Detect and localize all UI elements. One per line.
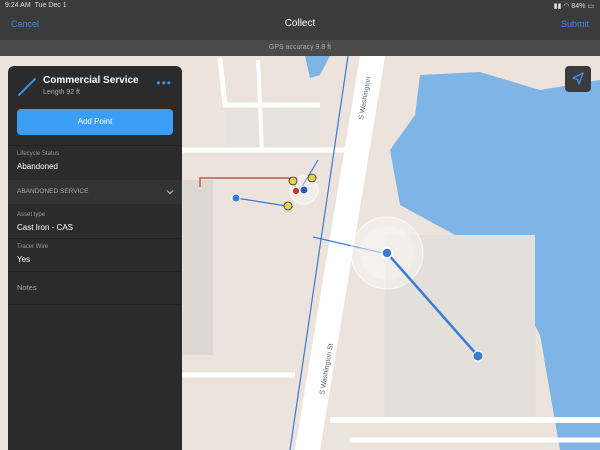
abandoned-marker[interactable] (292, 187, 300, 195)
notes-field[interactable]: Notes (17, 283, 37, 292)
wifi-icon: ◠ (563, 3, 570, 10)
fitting-marker[interactable] (288, 176, 298, 186)
fitting-marker[interactable] (307, 173, 317, 183)
submit-button[interactable]: Submit (561, 19, 589, 29)
feature-length: Length 92 ft (43, 89, 80, 96)
asset-type-label: Asset type (17, 212, 46, 218)
section-header: ABANDONED SERVICE (17, 188, 89, 195)
chevron-down-icon (166, 190, 174, 195)
feature-panel: Commercial Service Length 92 ft ••• Add … (8, 66, 182, 450)
battery-percent: 84% (571, 3, 586, 10)
feature-title: Commercial Service (43, 75, 139, 86)
status-time: 9:24 AM Tue Dec 1 (5, 2, 67, 9)
more-options-icon[interactable]: ••• (156, 76, 172, 90)
lifecycle-status-label: Lifecycle Status (17, 151, 60, 157)
vertex-start[interactable] (381, 247, 393, 259)
add-point-button[interactable]: Add Point (17, 109, 173, 135)
divider (8, 238, 182, 239)
building-block (183, 180, 213, 355)
location-arrow-icon (572, 72, 584, 85)
tracer-wire-value[interactable]: Yes (17, 255, 30, 264)
nav-bar: Cancel Collect Submit (0, 12, 600, 40)
battery-icon: ▭ (587, 3, 594, 10)
divider (8, 145, 182, 146)
fitting-marker[interactable] (283, 201, 293, 211)
building-block (225, 110, 320, 150)
asset-type-value[interactable]: Cast Iron - CAS (17, 223, 73, 232)
abandoned-service-section[interactable]: ABANDONED SERVICE (8, 180, 182, 204)
location-dot (299, 185, 309, 195)
divider (8, 304, 182, 305)
divider (8, 271, 182, 272)
line-feature-icon (18, 78, 36, 96)
status-icons: ▮▮ ◠ 84% ▭ (554, 2, 594, 10)
signal-icon: ▮▮ (553, 3, 562, 10)
nav-title: Collect (284, 18, 316, 29)
vertex-endpoint[interactable] (472, 350, 484, 362)
status-bar: 9:24 AM Tue Dec 1 ▮▮ ◠ 84% ▭ (0, 0, 600, 12)
locate-button[interactable] (565, 66, 591, 92)
gps-accuracy-bar: GPS accuracy 9.8 ft (0, 40, 600, 56)
tracer-wire-label: Tracer Wire (17, 244, 49, 250)
lifecycle-status-value[interactable]: Abandoned (17, 162, 58, 171)
meter-marker[interactable] (231, 193, 241, 203)
